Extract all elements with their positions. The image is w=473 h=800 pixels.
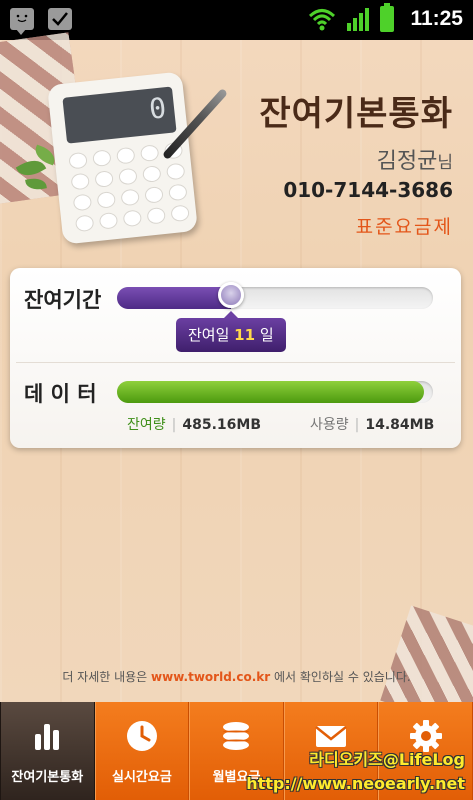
info-note: 더 자세한 내용은 www.tworld.co.kr 에서 확인하실 수 있습니… — [0, 668, 473, 685]
data-track — [117, 381, 433, 403]
battery-icon — [380, 3, 395, 32]
tab-label: 실시간요금 — [111, 770, 172, 785]
user-name: 김정균님 — [377, 143, 453, 175]
user-name-text: 김정균 — [376, 149, 438, 174]
clock: 11:25 — [410, 7, 463, 30]
bar-chart-icon — [35, 724, 60, 750]
remaining-days: 11 — [234, 326, 256, 344]
watermark-line1: 라디오키즈@LifeLog — [309, 750, 465, 769]
wifi-icon — [309, 9, 336, 31]
period-track — [117, 282, 433, 309]
tab-realtime-fee[interactable]: 실시간요금 — [94, 702, 190, 800]
bubble-prefix: 잔여일 — [188, 326, 235, 344]
period-label: 잔여기간 — [24, 288, 102, 312]
bubble-suffix: 일 — [255, 326, 274, 344]
remaining-data-label: 잔여량 — [127, 417, 166, 433]
signal-icon — [347, 8, 370, 31]
clock-icon — [126, 721, 157, 751]
checkbox-icon — [48, 8, 72, 30]
plan-name: 표준요금제 — [355, 216, 453, 238]
calculator-display: 0 — [62, 86, 177, 144]
period-fill — [117, 287, 231, 309]
remaining-days-bubble: 잔여일 11 일 — [176, 311, 286, 352]
data-fill — [117, 381, 424, 403]
tab-remaining-call[interactable]: 잔여기본통화 — [0, 702, 95, 800]
tworld-link[interactable]: www.tworld.co.kr — [151, 670, 270, 684]
status-bar: 11:25 — [0, 0, 473, 40]
remaining-data-value: 485.16MB — [182, 417, 261, 433]
page-title: 잔여기본통화 — [259, 94, 453, 134]
data-label: 데 이 터 — [24, 382, 97, 406]
note-prefix: 더 자세한 내용은 — [62, 670, 152, 684]
card-divider — [16, 362, 455, 363]
watermark-line2: http://www.neoearly.net — [246, 774, 465, 793]
tab-label: 잔여기본통화 — [11, 770, 84, 785]
chat-icon — [10, 8, 34, 35]
user-name-suffix: 님 — [437, 153, 453, 173]
note-suffix: 에서 확인하실 수 있습니다. — [270, 670, 411, 684]
remaining-data: 잔여량 | 485.16MB — [127, 417, 261, 433]
phone-number: 010-7144-3686 — [283, 178, 453, 202]
watermark: 라디오키즈@LifeLog http://www.neoearly.net — [246, 746, 465, 793]
used-data: 사용량 | 14.84MB — [310, 417, 435, 433]
period-knob[interactable] — [218, 282, 244, 308]
used-data-label: 사용량 — [310, 417, 349, 433]
calculator-icon: 0 — [47, 71, 198, 245]
used-data-value: 14.84MB — [365, 417, 435, 433]
